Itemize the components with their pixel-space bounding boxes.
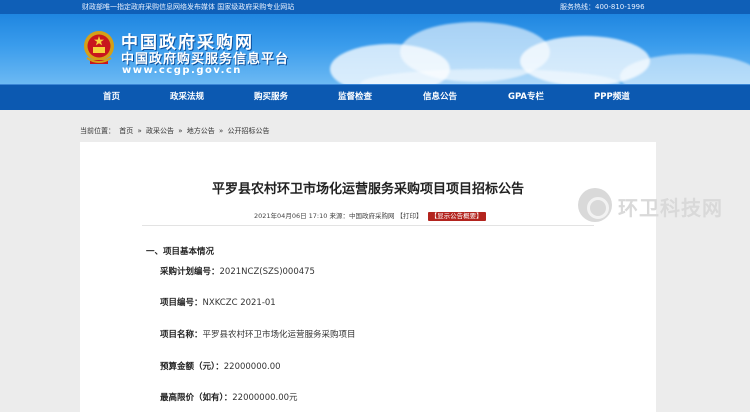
national-emblem-icon[interactable] xyxy=(82,28,116,68)
content-panel: 平罗县农村环卫市场化运营服务采购项目项目招标公告 2021年04月06日 17:… xyxy=(80,142,656,412)
nav-item-supervision[interactable]: 监督检查 xyxy=(338,85,372,110)
watermark-text: 环卫科技网 xyxy=(618,196,723,220)
field-label: 最高限价（如有）： xyxy=(160,393,233,403)
field-value: 2021NCZ(SZS)000475 xyxy=(219,267,315,277)
field-project-name: 项目名称：平罗县农村环卫市场化运营服务采购项目 xyxy=(160,328,356,340)
site-tagline: 财政部唯一指定政府采购信息网络发布媒体 国家级政府采购专业网站 xyxy=(82,3,295,11)
nav-item-announcements[interactable]: 信息公告 xyxy=(423,85,457,110)
header-banner: 中国政府采购网 中国政府购买服务信息平台 www.ccgp.gov.cn xyxy=(0,14,750,84)
field-max-price: 最高限价（如有）：22000000.00元 xyxy=(160,391,298,403)
field-value: 平罗县农村环卫市场化运营服务采购项目 xyxy=(202,330,356,340)
top-info-bar: 财政部唯一指定政府采购信息网络发布媒体 国家级政府采购专业网站 服务热线：400… xyxy=(0,0,750,14)
field-value: 22000000.00 xyxy=(223,362,281,372)
site-url: www.ccgp.gov.cn xyxy=(122,65,242,76)
nav-item-home[interactable]: 首页 xyxy=(103,85,120,110)
breadcrumb-item-gov-announcements[interactable]: 政采公告 xyxy=(146,127,174,135)
breadcrumb-item-home[interactable]: 首页 xyxy=(119,127,133,135)
document-title: 平罗县农村环卫市场化运营服务采购项目项目招标公告 xyxy=(211,182,524,197)
field-label: 采购计划编号： xyxy=(160,267,220,277)
field-project-number: 项目编号：NXKCZC 2021-01 xyxy=(160,296,276,308)
show-summary-button[interactable]: 【显示公告概要】 xyxy=(427,212,486,221)
breadcrumb-separator: » xyxy=(178,127,183,135)
field-budget: 预算金额（元）：22000000.00 xyxy=(160,360,281,372)
nav-item-purchase-services[interactable]: 购买服务 xyxy=(254,85,288,110)
publish-info: 2021年04月06日 17:10 来源：中国政府采购网 【打印】 xyxy=(254,212,423,220)
field-value: NXKCZC 2021-01 xyxy=(202,298,276,308)
service-hotline: 服务热线：400-810-1996 xyxy=(560,3,645,11)
section-title: 一、项目基本情况 xyxy=(146,247,215,257)
field-value: 22000000.00元 xyxy=(232,393,298,403)
watermark-logo-icon xyxy=(578,188,612,222)
breadcrumb-separator: » xyxy=(137,127,142,135)
nav-item-gpa[interactable]: GPA专栏 xyxy=(508,85,544,110)
field-label: 预算金额（元）： xyxy=(160,362,224,372)
field-label: 项目编号： xyxy=(160,298,203,308)
breadcrumb: 当前位置： 首页 » 政采公告 » 地方公告 » 公开招标公告 xyxy=(80,126,272,136)
field-label: 项目名称： xyxy=(160,330,203,340)
main-nav: 首页 政采法规 购买服务 监督检查 信息公告 GPA专栏 PPP频道 xyxy=(0,84,750,110)
nav-item-ppp[interactable]: PPP频道 xyxy=(594,85,630,110)
watermark: 环卫科技网 xyxy=(578,186,740,226)
nav-item-regulations[interactable]: 政采法规 xyxy=(170,85,204,110)
breadcrumb-prefix: 当前位置： xyxy=(80,127,115,135)
document-meta: 2021年04月06日 17:10 来源：中国政府采购网 【打印】 【显示公告概… xyxy=(254,210,486,221)
breadcrumb-separator: » xyxy=(219,127,224,135)
field-plan-number: 采购计划编号：2021NCZ(SZS)000475 xyxy=(160,265,315,277)
breadcrumb-item-public-tender[interactable]: 公开招标公告 xyxy=(228,127,270,135)
divider xyxy=(142,225,594,226)
breadcrumb-item-local-announcements[interactable]: 地方公告 xyxy=(187,127,215,135)
